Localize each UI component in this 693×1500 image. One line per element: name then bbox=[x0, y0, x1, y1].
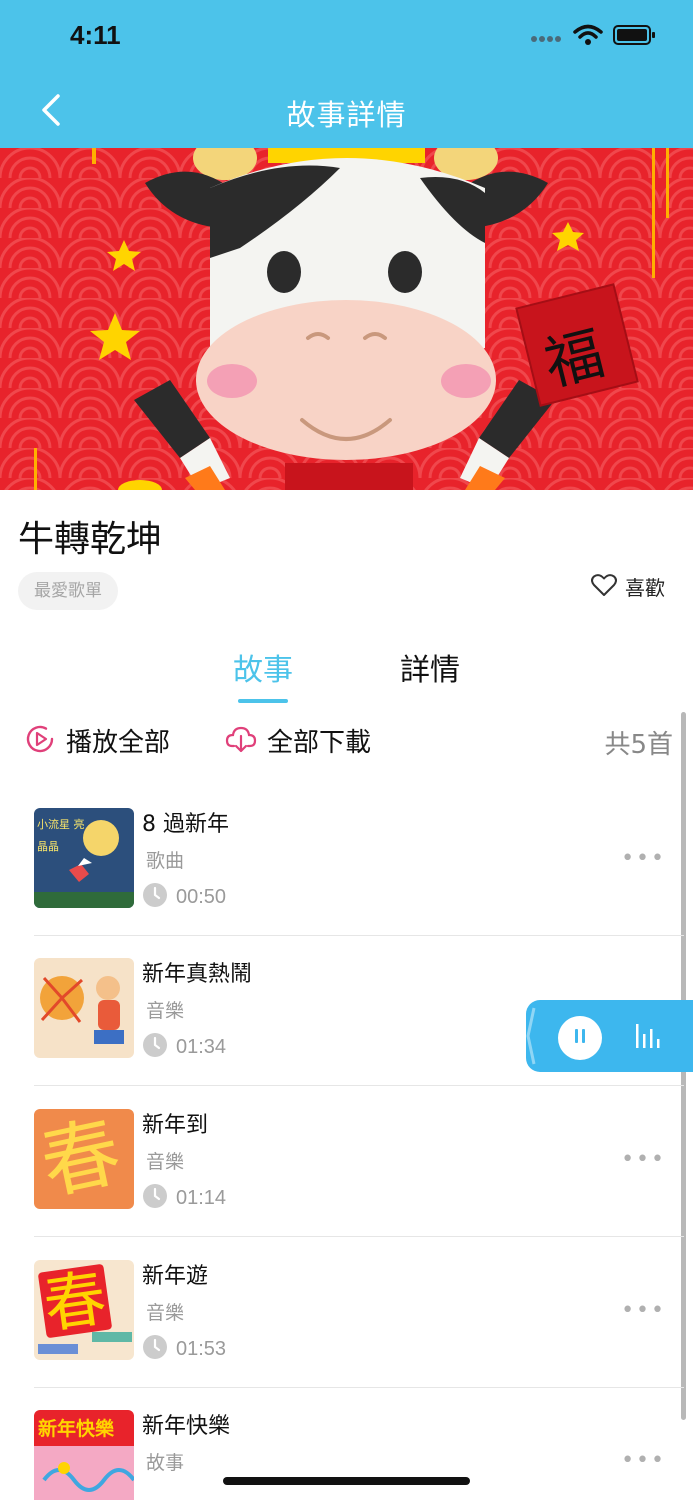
track-row[interactable]: 春 新年遊 音樂 01:53 ••• bbox=[34, 1238, 684, 1388]
track-type: 音樂 bbox=[146, 1302, 185, 1324]
track-row[interactable]: 春 新年到 音樂 01:14 ••• bbox=[34, 1087, 684, 1237]
mini-player[interactable] bbox=[526, 1000, 693, 1072]
track-type: 歌曲 bbox=[146, 850, 185, 872]
track-type: 音樂 bbox=[146, 1000, 185, 1022]
track-duration: 00:50 bbox=[142, 882, 226, 912]
track-title: 新年真熱鬧 bbox=[142, 962, 253, 987]
wifi-icon bbox=[573, 24, 603, 50]
track-row[interactable]: 小流星 亮晶晶 8 過新年 歌曲 00:50 ••• bbox=[34, 786, 684, 936]
thumbnail-text: 小流星 亮晶晶 bbox=[37, 818, 85, 853]
pause-button[interactable] bbox=[558, 1016, 602, 1060]
play-all-button[interactable]: 播放全部 bbox=[24, 722, 170, 759]
status-icons bbox=[531, 24, 657, 50]
track-title: 新年快樂 bbox=[142, 1414, 231, 1439]
duration-text: 01:14 bbox=[176, 1186, 227, 1209]
story-title: 牛轉乾坤 bbox=[18, 519, 163, 560]
track-duration: 01:14 bbox=[142, 1183, 226, 1213]
clock-icon bbox=[142, 1032, 168, 1062]
like-button[interactable]: 喜歡 bbox=[591, 572, 665, 601]
thumbnail-text: 新年快樂 bbox=[38, 1418, 115, 1440]
track-thumbnail: 小流星 亮晶晶 bbox=[34, 808, 134, 908]
pause-icon bbox=[570, 1026, 590, 1050]
divider bbox=[34, 1085, 684, 1086]
more-options-button[interactable]: ••• bbox=[621, 846, 666, 871]
download-all-label: 全部下載 bbox=[267, 728, 372, 758]
tab-story[interactable]: 故事 bbox=[233, 645, 293, 689]
play-circle-icon bbox=[24, 723, 56, 759]
cover-image: 福 bbox=[0, 148, 693, 490]
divider bbox=[34, 1236, 684, 1237]
track-thumbnail bbox=[34, 958, 134, 1058]
more-options-button[interactable]: ••• bbox=[621, 1147, 666, 1172]
more-options-button[interactable]: ••• bbox=[621, 1448, 666, 1473]
duration-text: 01:53 bbox=[176, 1337, 227, 1360]
cloud-download-icon bbox=[225, 724, 257, 758]
active-tab-indicator bbox=[238, 699, 288, 703]
battery-icon bbox=[613, 24, 657, 50]
track-duration: 01:53 bbox=[142, 1334, 226, 1364]
thumbnail-character: 春 bbox=[34, 1109, 129, 1209]
play-all-label: 播放全部 bbox=[66, 728, 171, 758]
track-count: 共5首 bbox=[604, 730, 673, 760]
track-type: 音樂 bbox=[146, 1151, 185, 1173]
track-thumbnail: 春 bbox=[34, 1109, 134, 1209]
clock-icon bbox=[142, 1183, 168, 1213]
track-title: 新年遊 bbox=[142, 1264, 209, 1289]
home-indicator[interactable] bbox=[223, 1477, 470, 1485]
like-label: 喜歡 bbox=[625, 576, 665, 600]
thumbnail-character: 春 bbox=[39, 1261, 111, 1342]
app-header: 4:11 故事詳情 bbox=[0, 0, 693, 148]
track-thumbnail: 春 bbox=[34, 1260, 134, 1360]
more-options-button[interactable]: ••• bbox=[621, 1298, 666, 1323]
cellular-signal-icon bbox=[531, 28, 563, 47]
playlist-tag[interactable]: 最愛歌單 bbox=[18, 572, 118, 610]
download-all-button[interactable]: 全部下載 bbox=[225, 722, 371, 759]
duration-text: 00:50 bbox=[176, 885, 227, 908]
track-duration: 01:34 bbox=[142, 1032, 226, 1062]
track-title: 8 過新年 bbox=[142, 812, 229, 837]
status-time: 4:11 bbox=[70, 20, 121, 50]
heart-icon bbox=[591, 573, 617, 601]
tab-details[interactable]: 詳情 bbox=[400, 645, 460, 689]
clock-icon bbox=[142, 882, 168, 912]
equalizer-icon bbox=[634, 1020, 662, 1054]
clock-icon bbox=[142, 1334, 168, 1364]
track-type: 故事 bbox=[146, 1452, 185, 1474]
page-title: 故事詳情 bbox=[286, 98, 407, 132]
duration-text: 01:34 bbox=[176, 1035, 227, 1058]
track-title: 新年到 bbox=[142, 1113, 209, 1138]
track-thumbnail: 新年快樂 bbox=[34, 1410, 134, 1500]
